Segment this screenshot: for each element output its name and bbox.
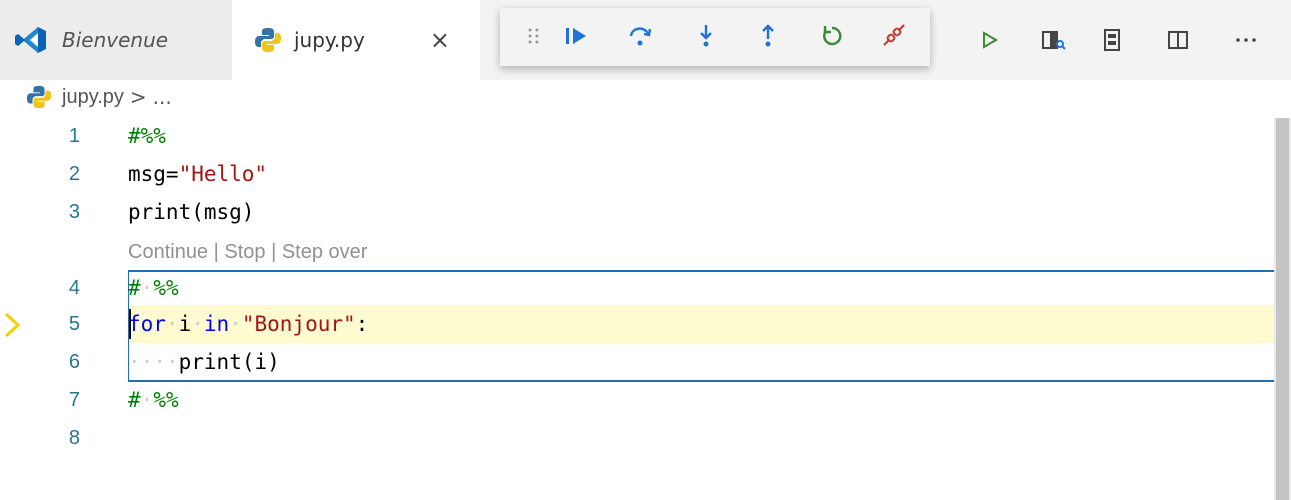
line-number: 4 (68, 277, 80, 299)
line-number: 8 (68, 427, 80, 449)
code-text: ····print(i) (128, 350, 280, 374)
codelens-actions[interactable]: Continue | Stop | Step over (128, 241, 367, 264)
code-token: print(i) (178, 350, 280, 374)
code-text: #·%% (128, 388, 179, 412)
comment-hash: # (128, 276, 141, 300)
code-line[interactable]: 4 #·%% (0, 271, 1278, 309)
whitespace-dot: · (229, 312, 242, 336)
string-token: "Bonjour" (241, 312, 356, 336)
whitespace-dot: · (191, 312, 204, 336)
line-number: 7 (68, 389, 80, 411)
line-number: 1 (68, 125, 80, 147)
code-text: for·i·in·"Bonjour": (128, 312, 368, 336)
line-number: 3 (68, 201, 80, 223)
code-line[interactable]: 7 #·%% (0, 383, 1278, 421)
code-line[interactable]: 1 #%% (0, 119, 1278, 157)
editor-area[interactable]: 1 #%% 2 msg="Hello" 3 print(msg) Continu… (0, 0, 1291, 500)
line-number: 2 (68, 163, 80, 185)
whitespace-dot: · (153, 350, 166, 374)
line-number: 5 (68, 313, 80, 335)
code-line-current[interactable]: 5 for·i·in·"Bonjour": (0, 307, 1278, 345)
variable-token: i (178, 312, 192, 336)
whitespace-dot: · (165, 350, 179, 374)
text-cursor (129, 309, 131, 339)
code-text: msg="Hello" (128, 162, 267, 186)
code-line[interactable]: 3 print(msg) (0, 195, 1278, 233)
punctuation-token: : (355, 312, 369, 336)
string-token: "Hello" (178, 162, 268, 186)
comment-marker: %% (153, 276, 179, 300)
code-text: #%% (128, 124, 166, 148)
code-line[interactable]: 2 msg="Hello" (0, 157, 1278, 195)
code-token: msg= (128, 162, 179, 186)
scrollbar-thumb[interactable] (1276, 118, 1289, 500)
code-text: print(msg) (128, 200, 255, 224)
whitespace-dot: · (140, 350, 154, 374)
line-number: 6 (68, 351, 80, 373)
keyword-token: for (128, 312, 166, 336)
code-line[interactable]: 8 (0, 421, 1278, 459)
code-line[interactable]: 6 ····print(i) (0, 345, 1278, 383)
comment-marker: %% (153, 388, 179, 412)
keyword-token: in (203, 312, 230, 336)
code-text: #·%% (128, 276, 179, 300)
comment-hash: # (128, 388, 141, 412)
whitespace-dot: · (140, 276, 154, 300)
whitespace-dot: · (140, 388, 154, 412)
whitespace-dot: · (128, 350, 141, 374)
whitespace-dot: · (165, 312, 179, 336)
